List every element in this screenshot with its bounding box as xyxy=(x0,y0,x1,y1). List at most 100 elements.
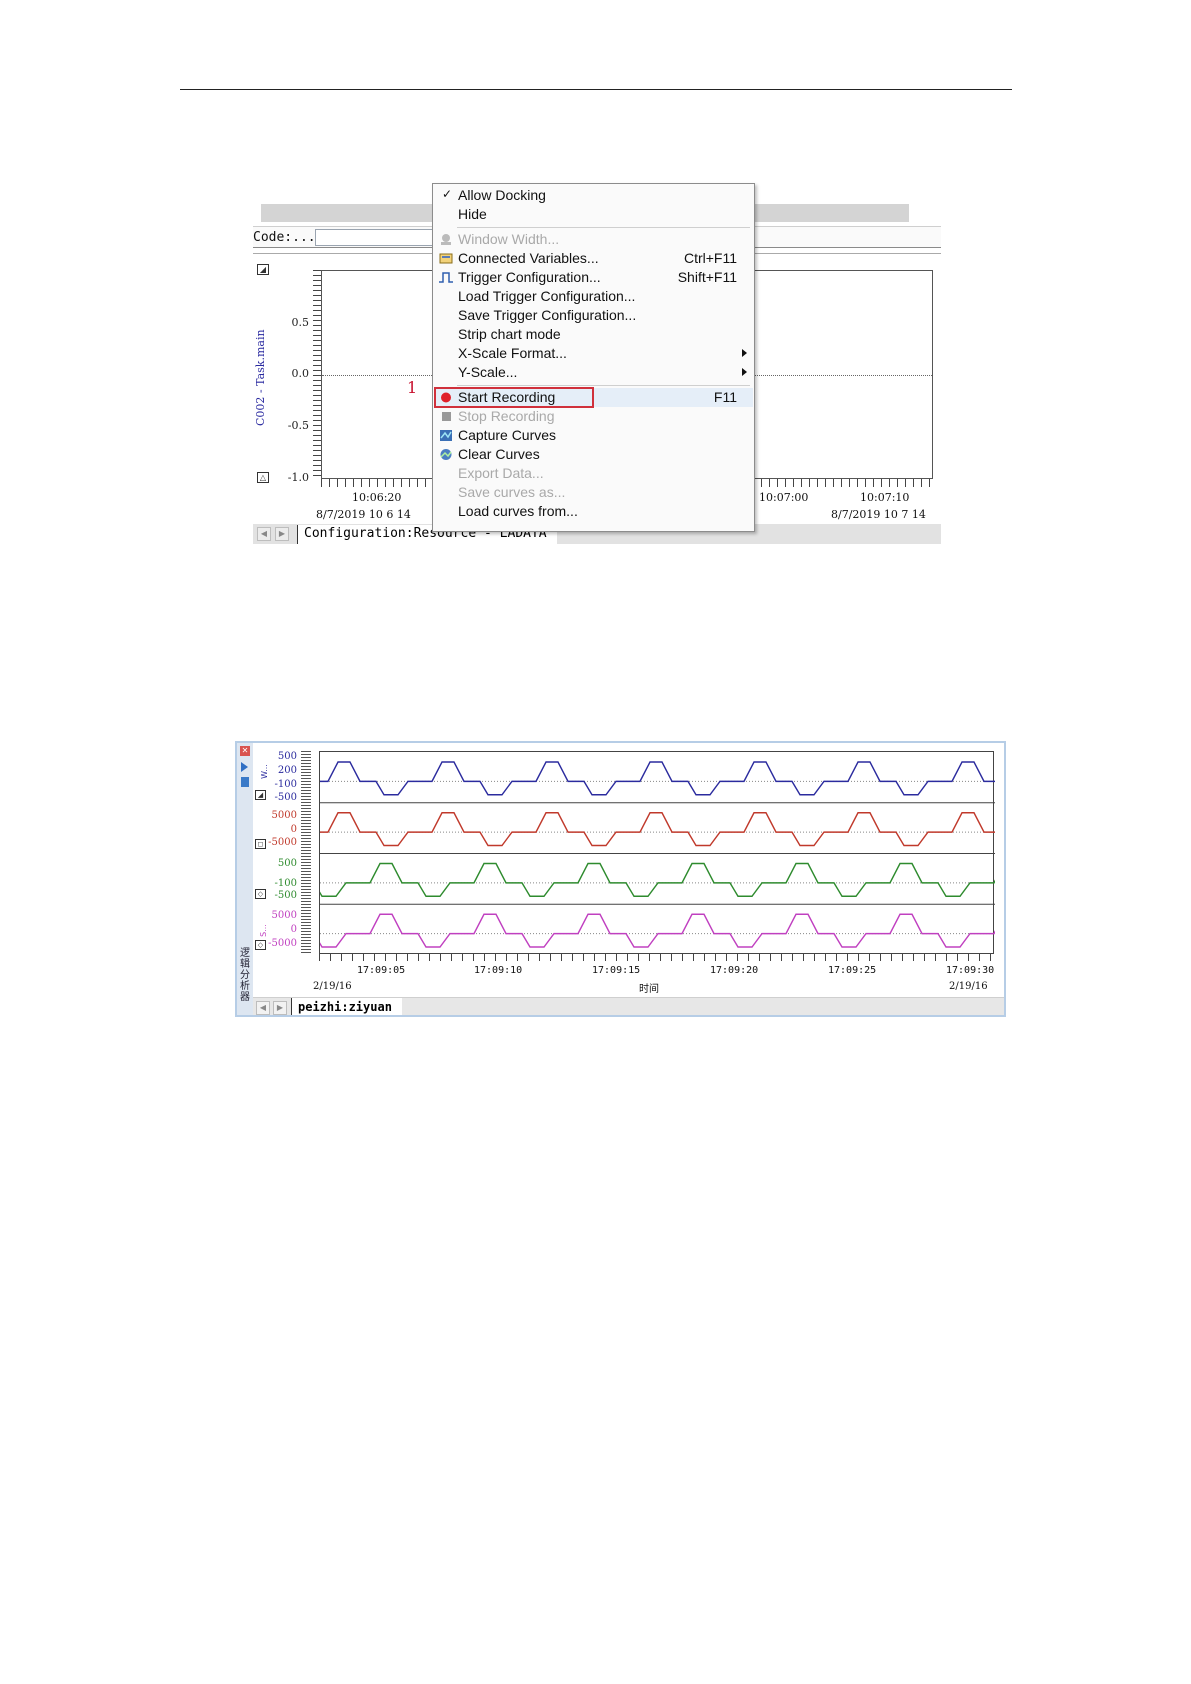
menu-item-load-curves-from[interactable]: Load curves from... xyxy=(434,502,753,521)
menu-item-label: Capture Curves xyxy=(458,427,557,443)
tab-scroll-right-icon[interactable]: ▶ xyxy=(275,527,289,541)
menu-item-label: Clear Curves xyxy=(458,446,540,462)
lane-toggle-icon[interactable]: ◻ xyxy=(255,839,266,849)
y-tick: -100 xyxy=(274,779,297,790)
window-width-icon xyxy=(441,234,451,245)
menu-item-label: Trigger Configuration... xyxy=(458,269,601,285)
menu-item-export-data[interactable]: Export Data... xyxy=(434,464,753,483)
x-tick-time: 10:07:10 xyxy=(860,491,910,504)
menu-item-connected-variables[interactable]: Connected Variables... Ctrl+F11 xyxy=(434,249,753,268)
menu-item-shortcut: F11 xyxy=(713,389,737,405)
y-tick: -100 xyxy=(274,878,297,889)
trigger-icon xyxy=(439,272,453,283)
y-ruler xyxy=(313,270,321,479)
x-tick-time: 10:06:20 xyxy=(352,491,402,504)
menu-item-label: Save Trigger Configuration... xyxy=(458,307,637,323)
lane-toggle-icon[interactable]: ◇ xyxy=(255,889,266,899)
menu-item-capture-curves[interactable]: Capture Curves xyxy=(434,426,753,445)
menu-item-allow-docking[interactable]: ✓ Allow Docking xyxy=(434,186,753,205)
x-tick-time: 10:07:00 xyxy=(759,491,809,504)
check-icon: ✓ xyxy=(442,187,453,201)
stop-icon xyxy=(442,412,451,421)
menu-item-save-curves-as[interactable]: Save curves as... xyxy=(434,483,753,502)
menu-item-label: Load Trigger Configuration... xyxy=(458,288,636,304)
menu-item-label: Allow Docking xyxy=(458,187,546,203)
menu-item-window-width[interactable]: Window Width... xyxy=(434,230,753,249)
dock-sidebar: ✕ 逻辑分析器 xyxy=(237,743,253,1015)
menu-item-hide[interactable]: Hide xyxy=(434,205,753,224)
lane-toggle-icon[interactable]: ◇ xyxy=(255,940,266,950)
code-label: Code:... xyxy=(253,230,316,245)
tab-peizhi-ziyuan[interactable]: peizhi:ziyuan xyxy=(291,998,402,1015)
plot-area[interactable] xyxy=(237,751,1004,954)
annotation-marker: 1 xyxy=(407,378,418,397)
y-tick: 0.5 xyxy=(291,316,310,329)
menu-separator xyxy=(457,385,750,386)
x-tick: 17:09:20 xyxy=(710,965,759,976)
waveform-canvas xyxy=(237,761,1004,948)
play-icon[interactable] xyxy=(241,762,248,772)
tab-scroll-left-icon[interactable]: ◀ xyxy=(257,527,271,541)
menu-item-save-trigger-configuration[interactable]: Save Trigger Configuration... xyxy=(434,306,753,325)
lane-toggle-icon[interactable]: ◢ xyxy=(255,790,266,800)
x-tick: 17:09:30 xyxy=(946,965,995,976)
menu-item-load-trigger-configuration[interactable]: Load Trigger Configuration... xyxy=(434,287,753,306)
submenu-arrow-icon xyxy=(742,349,747,357)
y-tick: 5000 xyxy=(271,910,297,921)
menu-item-label: Window Width... xyxy=(458,231,560,247)
logic-analyzer-window-2: ✕ 逻辑分析器 500 200 -100 -500 W... ◢ 5000 0 … xyxy=(235,741,1006,1017)
menu-item-strip-chart-mode[interactable]: Strip chart mode xyxy=(434,325,753,344)
close-icon[interactable]: ✕ xyxy=(240,746,250,756)
lane-toggle-icon[interactable]: ◢ xyxy=(257,264,269,275)
x-date-end: 2/19/16 xyxy=(949,981,988,992)
y-tick: 5000 xyxy=(271,810,297,821)
menu-item-stop-recording[interactable]: Stop Recording xyxy=(434,407,753,426)
x-tick-date: 8/7/2019 10 7 14 xyxy=(831,508,926,521)
x-date-start: 2/19/16 xyxy=(313,981,352,992)
x-tick-date: 8/7/2019 10 6 14 xyxy=(316,508,411,521)
lane-label: S... xyxy=(258,924,268,937)
tab-scroll-right-icon[interactable]: ▶ xyxy=(273,1001,287,1015)
y-tick: 0 xyxy=(290,824,297,835)
x-ruler xyxy=(319,954,994,961)
menu-item-label: Connected Variables... xyxy=(458,250,599,266)
waveform-series-2 xyxy=(237,812,1004,847)
waveform-series-3 xyxy=(258,862,1004,897)
menu-separator xyxy=(457,227,750,228)
menu-item-label: Stop Recording xyxy=(458,408,555,424)
menu-item-label: Hide xyxy=(458,206,487,222)
menu-item-x-scale-format[interactable]: X-Scale Format... xyxy=(434,344,753,363)
y-tick: -0.5 xyxy=(287,419,309,432)
lane-label: W... xyxy=(259,764,269,779)
menu-item-trigger-configuration[interactable]: Trigger Configuration... Shift+F11 xyxy=(434,268,753,287)
capture-curves-icon xyxy=(440,430,452,441)
menu-item-label: Strip chart mode xyxy=(458,326,561,342)
menu-item-label: Save curves as... xyxy=(458,484,566,500)
tab-scroll-left-icon[interactable]: ◀ xyxy=(256,1001,270,1015)
y-tick: 0.0 xyxy=(291,367,310,380)
x-tick: 17:09:25 xyxy=(828,965,877,976)
waveform-series-1 xyxy=(237,761,1004,796)
y-tick: -1.0 xyxy=(287,471,309,484)
page-header-rule xyxy=(180,89,1012,90)
pin-icon[interactable] xyxy=(241,777,249,787)
waveform-series-4 xyxy=(258,913,1004,948)
menu-item-start-recording[interactable]: Start Recording F11 xyxy=(434,387,753,408)
lane-collapse-icon[interactable]: △ xyxy=(257,472,269,483)
menu-item-y-scale[interactable]: Y-Scale... xyxy=(434,363,753,382)
clear-curves-icon xyxy=(440,449,452,460)
menu-item-label: Export Data... xyxy=(458,465,544,481)
record-icon xyxy=(441,392,451,403)
menu-item-label: Start Recording xyxy=(458,389,556,405)
menu-item-shortcut: Ctrl+F11 xyxy=(683,250,737,266)
context-menu: ✓ Allow Docking Hide Window Width... Con… xyxy=(432,183,755,532)
code-input[interactable] xyxy=(315,229,435,246)
connected-variables-icon xyxy=(439,253,453,264)
y-axis-label: C002 - Task.main xyxy=(254,329,267,426)
menu-item-clear-curves[interactable]: Clear Curves xyxy=(434,445,753,464)
x-tick: 17:09:05 xyxy=(357,965,406,976)
x-tick: 17:09:10 xyxy=(474,965,523,976)
sidebar-title: 逻辑分析器 xyxy=(240,948,250,1003)
menu-item-label: Y-Scale... xyxy=(458,364,518,380)
tab-bar: ◀ ▶ peizhi:ziyuan xyxy=(253,997,1004,1015)
